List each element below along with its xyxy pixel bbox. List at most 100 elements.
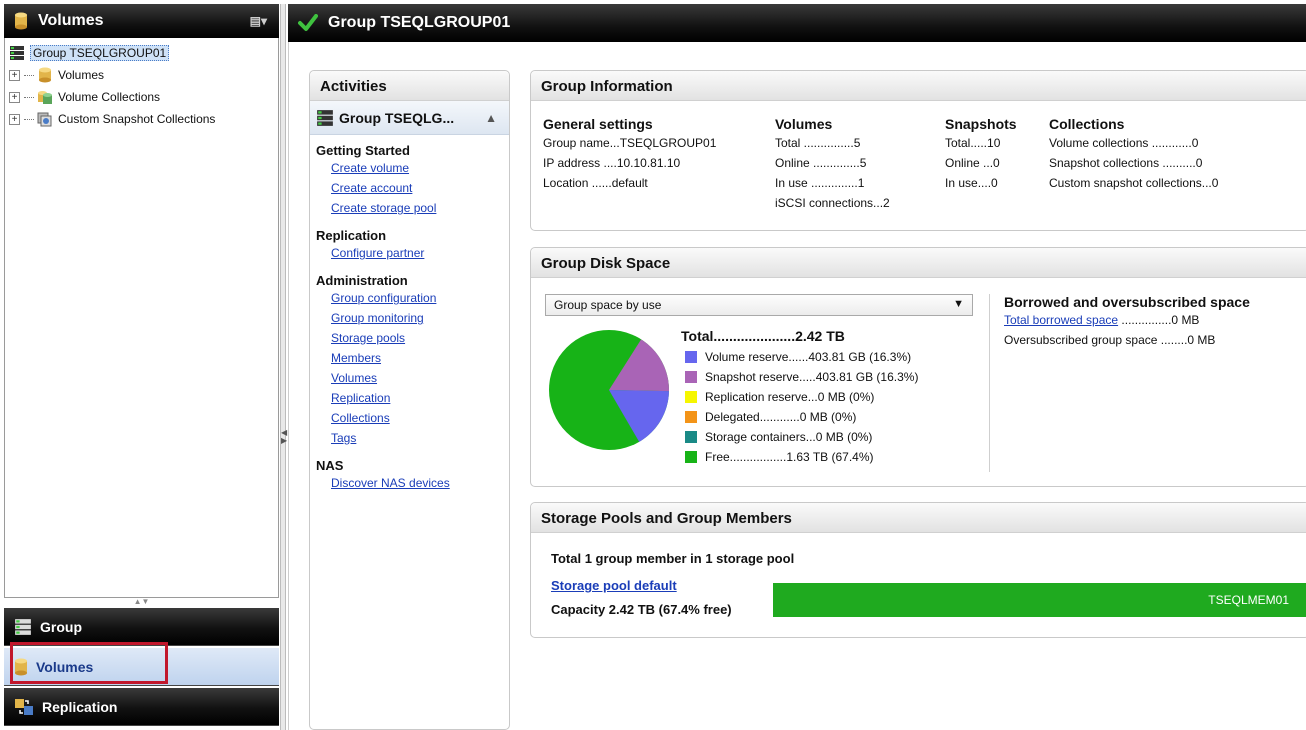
activities-panel: Activities Group TSEQLG... ▲ Getting Sta… — [309, 70, 510, 730]
column-heading: Collections — [1049, 116, 1125, 132]
tree-item-custom-snapshot-collections[interactable]: + Custom Snapshot Collections — [9, 108, 274, 130]
section-heading: NAS — [316, 458, 344, 473]
collapse-arrow-icon[interactable]: ◀ ▶ — [281, 429, 287, 445]
tree-item-label[interactable]: Volumes — [58, 68, 104, 82]
volume-collection-icon — [38, 91, 52, 104]
column-heading: Snapshots — [945, 116, 1017, 132]
activities-group-bar[interactable]: Group TSEQLG... ▲ — [310, 101, 509, 135]
info-row: Online ...0 — [945, 156, 1000, 170]
activities-group-label: Group TSEQLG... — [339, 109, 455, 126]
info-row: IP address ....10.10.81.10 — [543, 156, 681, 170]
legend-swatch — [685, 451, 697, 463]
group-disk-space-panel: Group Disk Space Group space by use ▼ To… — [530, 247, 1306, 487]
section-heading: Replication — [316, 228, 387, 243]
tree-item-volumes[interactable]: + Volumes — [9, 64, 274, 86]
link-group-monitoring[interactable]: Group monitoring — [331, 308, 503, 328]
group-information-panel: Group Information General settings Group… — [530, 70, 1306, 231]
group-server-icon — [15, 618, 31, 635]
volume-cylinder-icon — [39, 67, 51, 83]
view-menu-icon[interactable]: ▤▾ — [250, 14, 267, 28]
nav-button-group[interactable]: Group — [4, 608, 279, 646]
section-heading: Administration — [316, 273, 408, 288]
vertical-splitter[interactable]: ◀ ▶ — [280, 4, 287, 730]
legend-label: Replication reserve...0 MB (0%) — [705, 390, 875, 404]
link-tags[interactable]: Tags — [331, 428, 503, 448]
link-storage-pools[interactable]: Storage pools — [331, 328, 503, 348]
info-row: Location ......default — [543, 176, 648, 190]
storage-pools-title: Storage Pools and Group Members — [531, 503, 1306, 533]
oversubscribed-row: Oversubscribed group space ........0 MB — [1004, 333, 1216, 347]
snapshots-column: Snapshots Total.....10 Online ...0 In us… — [945, 115, 1017, 193]
collections-column: Collections Volume collections .........… — [1049, 115, 1218, 193]
legend-label: Delegated............0 MB (0%) — [705, 410, 857, 424]
expand-icon[interactable]: + — [9, 91, 20, 103]
link-collections[interactable]: Collections — [331, 408, 503, 428]
legend-swatch — [685, 411, 697, 423]
tree-connector — [24, 74, 34, 76]
group-information-title: Group Information — [531, 71, 1306, 101]
expand-icon[interactable]: + — [9, 113, 20, 125]
dropdown-arrow-icon[interactable]: ▼ — [953, 298, 964, 310]
nav-button-volumes[interactable]: Volumes — [4, 648, 279, 686]
nav-label: Replication — [42, 698, 118, 715]
borrowed-row: Total borrowed space ...............0 MB — [1004, 310, 1299, 330]
legend-swatch — [685, 391, 697, 403]
volume-cylinder-icon — [15, 12, 27, 30]
section-heading: Getting Started — [316, 143, 410, 158]
panel-splitter[interactable]: ▲▼ — [4, 598, 279, 608]
expand-icon[interactable]: + — [9, 69, 20, 81]
member-bar[interactable]: TSEQLMEM01 — [773, 583, 1306, 617]
link-group-configuration[interactable]: Group configuration — [331, 288, 503, 308]
snapshot-collection-icon — [37, 112, 52, 127]
legend-label: Free.................1.63 TB (67.4%) — [705, 450, 874, 464]
space-view-select[interactable]: Group space by use ▼ — [545, 294, 973, 316]
borrowed-space-section: Borrowed and oversubscribed space Total … — [989, 294, 1299, 472]
tree-item-label[interactable]: Custom Snapshot Collections — [58, 112, 215, 126]
navigation-tree: Group TSEQLGROUP01 + Volumes + Volume Co… — [4, 38, 279, 598]
link-replication[interactable]: Replication — [331, 388, 503, 408]
total-borrowed-space-link[interactable]: Total borrowed space — [1004, 313, 1118, 327]
volumes-column: Volumes Total ...............5 Online ..… — [775, 115, 890, 213]
link-discover-nas-devices[interactable]: Discover NAS devices — [331, 473, 503, 493]
link-create-storage-pool[interactable]: Create storage pool — [331, 198, 503, 218]
tree-connector — [24, 118, 34, 120]
space-total: Total.....................2.42 TB — [681, 328, 845, 344]
left-panel-header: Volumes ▤▾ — [4, 4, 279, 38]
link-configure-partner[interactable]: Configure partner — [331, 243, 503, 263]
storage-pool-default-link[interactable]: Storage pool default — [551, 578, 677, 593]
tree-item-volume-collections[interactable]: + Volume Collections — [9, 86, 274, 108]
general-settings-column: General settings Group name...TSEQLGROUP… — [543, 115, 716, 193]
nav-button-replication[interactable]: Replication — [4, 688, 279, 726]
link-create-account[interactable]: Create account — [331, 178, 503, 198]
link-members[interactable]: Members — [331, 348, 503, 368]
info-row: Online ..............5 — [775, 156, 867, 170]
nav-label: Group — [40, 618, 82, 635]
legend-item-storage-containers: Storage containers...0 MB (0%) — [685, 430, 872, 444]
left-panel: Volumes ▤▾ Group TSEQLGROUP01 + Volumes … — [4, 4, 279, 730]
checkmark-icon — [298, 14, 318, 31]
info-row: Total ...............5 — [775, 136, 861, 150]
legend-swatch — [685, 371, 697, 383]
tree-root-label[interactable]: Group TSEQLGROUP01 — [30, 45, 170, 61]
left-panel-title: Volumes — [38, 12, 104, 29]
link-volumes[interactable]: Volumes — [331, 368, 503, 388]
main-title: Group TSEQLGROUP01 — [328, 14, 511, 31]
tree-connector — [24, 96, 34, 98]
tree-item-label[interactable]: Volume Collections — [58, 90, 160, 104]
collapse-up-icon[interactable]: ▲ — [485, 111, 497, 125]
legend-item-delegated: Delegated............0 MB (0%) — [685, 410, 856, 424]
group-server-icon — [317, 109, 333, 126]
tree-root-group[interactable]: Group TSEQLGROUP01 — [9, 42, 274, 64]
legend-item-volume-reserve: Volume reserve......403.81 GB (16.3%) — [685, 350, 911, 364]
space-pie-chart — [549, 330, 669, 450]
group-disk-space-title: Group Disk Space — [531, 248, 1306, 278]
activities-section-nas: NAS Discover NAS devices — [310, 458, 509, 493]
activities-section-administration: Administration Group configuration Group… — [310, 273, 509, 448]
replication-icon — [15, 698, 33, 715]
storage-pools-panel: Storage Pools and Group Members Total 1 … — [530, 502, 1306, 638]
pools-total-text: Total 1 group member in 1 storage pool — [551, 551, 795, 566]
pool-capacity: Capacity 2.42 TB (67.4% free) — [551, 602, 732, 617]
link-create-volume[interactable]: Create volume — [331, 158, 503, 178]
borrowed-value: ...............0 MB — [1121, 313, 1200, 327]
legend-item-snapshot-reserve: Snapshot reserve.....403.81 GB (16.3%) — [685, 370, 918, 384]
